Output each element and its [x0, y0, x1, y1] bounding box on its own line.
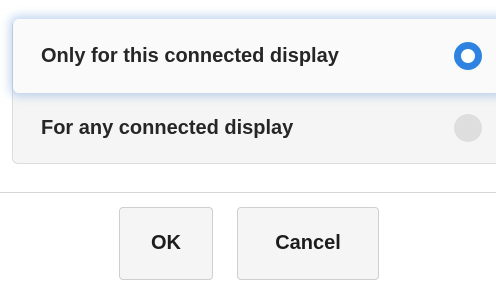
cancel-button[interactable]: Cancel: [237, 207, 379, 280]
option-any-display-label: For any connected display: [41, 116, 294, 139]
radio-unchecked-icon[interactable]: [454, 114, 482, 142]
divider: [0, 192, 496, 193]
option-this-display[interactable]: Only for this connected display: [13, 19, 496, 93]
display-options-group: Only for this connected display For any …: [12, 19, 496, 164]
ok-button[interactable]: OK: [119, 207, 213, 280]
option-this-display-label: Only for this connected display: [41, 44, 339, 67]
option-any-display[interactable]: For any connected display: [13, 93, 496, 163]
dialog: Only for this connected display For any …: [0, 0, 496, 282]
radio-checked-icon[interactable]: [454, 42, 482, 70]
